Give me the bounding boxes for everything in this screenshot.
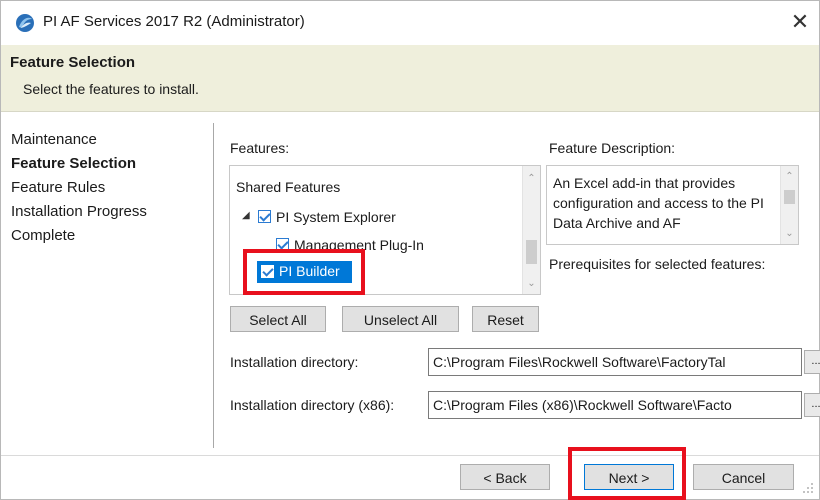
footer-divider — [1, 455, 819, 456]
page-subtitle: Select the features to install. — [23, 81, 199, 97]
feature-description-label: Feature Description: — [549, 140, 676, 156]
unselect-all-button[interactable]: Unselect All — [342, 306, 459, 332]
checkbox-icon[interactable] — [258, 210, 271, 223]
features-label: Features: — [230, 140, 290, 156]
install-dir-field[interactable]: C:\Program Files\Rockwell Software\Facto… — [428, 348, 802, 376]
scroll-thumb[interactable] — [526, 240, 537, 264]
tree-item-label: PI System Explorer — [276, 209, 396, 225]
install-dir-x86-label: Installation directory (x86): — [230, 397, 395, 413]
title-bar: PI AF Services 2017 R2 (Administrator) ✕ — [1, 1, 819, 45]
prerequisites-label: Prerequisites for selected features: — [549, 256, 766, 272]
scroll-down-icon[interactable]: ⌄ — [523, 275, 540, 292]
step-maintenance: Maintenance — [11, 131, 97, 148]
reset-button[interactable]: Reset — [472, 306, 539, 332]
wizard-steps: Maintenance Feature Selection Feature Ru… — [11, 128, 211, 248]
step-installation-progress: Installation Progress — [11, 203, 147, 220]
scroll-thumb[interactable] — [784, 190, 795, 204]
install-dir-x86-browse-button[interactable]: ... — [804, 393, 820, 417]
scroll-up-icon[interactable]: ⌃ — [781, 168, 798, 185]
tree-scrollbar[interactable]: ⌃ ⌄ — [522, 166, 540, 294]
nav-divider — [213, 123, 214, 448]
step-complete: Complete — [11, 227, 76, 244]
tree-group-shared-features: Shared Features — [236, 179, 341, 195]
scroll-down-icon[interactable]: ⌄ — [781, 225, 798, 242]
pi-builder-highlight — [243, 249, 365, 295]
expand-triangle-icon[interactable]: ◢ — [242, 210, 250, 221]
resize-grip-icon[interactable] — [800, 480, 814, 494]
step-feature-rules: Feature Rules — [11, 179, 106, 196]
cancel-button[interactable]: Cancel — [693, 464, 794, 490]
feature-description-text: An Excel add-in that provides configurat… — [553, 175, 764, 231]
page-title: Feature Selection — [10, 54, 136, 71]
select-all-button[interactable]: Select All — [230, 306, 326, 332]
back-button[interactable]: < Back — [460, 464, 550, 490]
window-title: PI AF Services 2017 R2 (Administrator) — [43, 13, 305, 30]
header-banner: Feature Selection Select the features to… — [1, 45, 819, 112]
description-scrollbar[interactable]: ⌃ ⌄ — [780, 166, 798, 244]
install-dir-x86-field[interactable]: C:\Program Files (x86)\Rockwell Software… — [428, 391, 802, 419]
next-button-highlight — [568, 447, 686, 500]
install-dir-label: Installation directory: — [230, 354, 359, 370]
pi-logo-icon — [16, 14, 34, 32]
feature-description-box[interactable]: An Excel add-in that provides configurat… — [546, 165, 799, 245]
install-dir-browse-button[interactable]: ... — [804, 350, 820, 374]
close-icon[interactable]: ✕ — [787, 7, 813, 37]
scroll-up-icon[interactable]: ⌃ — [523, 170, 540, 187]
step-feature-selection: Feature Selection — [11, 155, 137, 172]
